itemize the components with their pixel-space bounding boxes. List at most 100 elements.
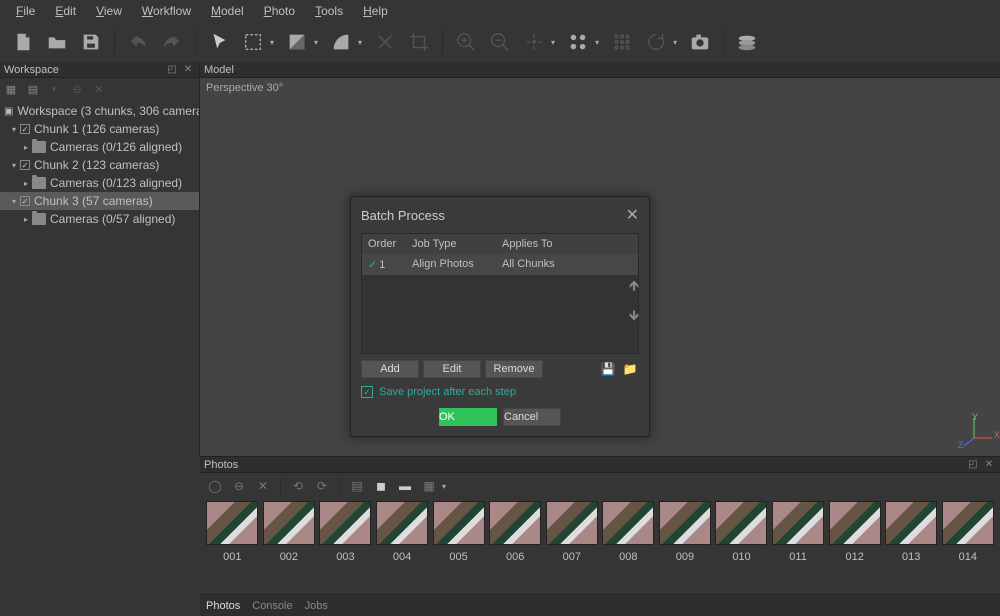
disable-photo-icon[interactable]: ⊖ [230, 477, 248, 495]
dropdown-arrow-icon[interactable]: ▾ [673, 38, 677, 47]
gradient-tool-icon[interactable] [282, 27, 312, 57]
remove-button[interactable]: Remove [485, 360, 543, 378]
menu-photo[interactable]: Photo [254, 1, 305, 21]
photo-thumbnail[interactable]: 011 [772, 501, 825, 592]
detach-panel-icon[interactable]: ◰ [966, 458, 980, 472]
add-button[interactable]: Add [361, 360, 419, 378]
expand-icon[interactable]: ▸ [20, 215, 32, 224]
collapse-icon[interactable]: ▾ [8, 197, 20, 206]
menu-edit[interactable]: Edit [45, 1, 86, 21]
new-file-icon[interactable] [8, 27, 38, 57]
dropdown-arrow-icon[interactable]: ▾ [270, 38, 274, 47]
dropdown-arrow-icon[interactable]: ▾ [442, 482, 446, 491]
ws-remove-icon[interactable]: ✕ [90, 80, 108, 98]
menu-view[interactable]: View [86, 1, 132, 21]
dropdown-arrow-icon[interactable]: ▾ [314, 38, 318, 47]
menu-model[interactable]: Model [201, 1, 254, 21]
menu-tools[interactable]: Tools [305, 1, 353, 21]
photo-thumbnail[interactable]: 003 [319, 501, 372, 592]
collapse-icon[interactable]: ▾ [8, 161, 20, 170]
view-grid-icon[interactable]: ▦ [420, 477, 438, 495]
view-large-icon[interactable]: ▬ [396, 477, 414, 495]
undo-icon[interactable] [123, 27, 153, 57]
ws-disable-icon[interactable]: ⊖ [68, 80, 86, 98]
thumbnail-image [546, 501, 598, 545]
tree-cameras[interactable]: ▸ Cameras (0/123 aligned) [0, 174, 199, 192]
photo-thumbnail[interactable]: 012 [828, 501, 881, 592]
move-up-icon[interactable]: 🡹 [629, 275, 639, 299]
layers-icon[interactable] [732, 27, 762, 57]
ws-enable-icon[interactable]: ◐ [46, 80, 64, 98]
ws-add2-icon[interactable]: ▤ [24, 80, 42, 98]
photo-thumbnail[interactable]: 005 [432, 501, 485, 592]
redo-icon[interactable] [157, 27, 187, 57]
refresh-icon[interactable] [641, 27, 671, 57]
dropdown-arrow-icon[interactable]: ▾ [595, 38, 599, 47]
photo-thumbnail[interactable]: 004 [376, 501, 429, 592]
photo-thumbnail[interactable]: 014 [942, 501, 995, 592]
grid-small-icon[interactable] [607, 27, 637, 57]
zoom-in-icon[interactable] [451, 27, 481, 57]
tree-cameras[interactable]: ▸ Cameras (0/57 aligned) [0, 210, 199, 228]
chunk-checkbox[interactable] [20, 124, 30, 134]
dropdown-arrow-icon[interactable]: ▾ [358, 38, 362, 47]
dialog-close-icon[interactable]: ✕ [626, 205, 639, 225]
expand-icon[interactable]: ▸ [20, 179, 32, 188]
photo-thumbnail[interactable]: 001 [206, 501, 259, 592]
collapse-icon[interactable]: ▾ [8, 125, 20, 134]
camera-icon[interactable] [685, 27, 715, 57]
enable-photo-icon[interactable]: ◯ [206, 477, 224, 495]
view-details-icon[interactable]: ▤ [348, 477, 366, 495]
detach-panel-icon[interactable]: ◰ [165, 63, 179, 77]
batch-job-row[interactable]: ✓1 Align Photos All Chunks [362, 254, 638, 275]
ok-button[interactable]: OK [439, 408, 497, 426]
save-after-step-checkbox[interactable]: ✓ Save project after each step [361, 386, 639, 398]
thumbnail-image [659, 501, 711, 545]
tab-console[interactable]: Console [252, 600, 292, 612]
ws-add-icon[interactable]: ▦ [2, 80, 20, 98]
pointer-icon[interactable] [204, 27, 234, 57]
save-preset-icon[interactable]: 💾 [599, 362, 617, 376]
dropdown-arrow-icon[interactable]: ▾ [551, 38, 555, 47]
view-small-icon[interactable]: ◼ [372, 477, 390, 495]
marquee-select-icon[interactable] [238, 27, 268, 57]
tree-chunk-selected[interactable]: ▾ Chunk 3 (57 cameras) [0, 192, 199, 210]
move-down-icon[interactable]: 🡻 [629, 305, 639, 329]
save-icon[interactable] [76, 27, 106, 57]
photo-thumbnail[interactable]: 013 [885, 501, 938, 592]
open-folder-icon[interactable] [42, 27, 72, 57]
tree-chunk[interactable]: ▾ Chunk 1 (126 cameras) [0, 120, 199, 138]
close-tool-icon[interactable] [370, 27, 400, 57]
rotate-left-icon[interactable]: ⟲ [289, 477, 307, 495]
tree-cameras[interactable]: ▸ Cameras (0/126 aligned) [0, 138, 199, 156]
menu-workflow[interactable]: Workflow [132, 1, 201, 21]
menu-help[interactable]: Help [353, 1, 398, 21]
cancel-button[interactable]: Cancel [503, 408, 561, 426]
fit-view-icon[interactable] [519, 27, 549, 57]
menu-file[interactable]: File [6, 1, 45, 21]
tab-photos[interactable]: Photos [206, 600, 240, 612]
workspace-title: Workspace [4, 64, 59, 76]
shape-tool-icon[interactable] [326, 27, 356, 57]
tab-jobs[interactable]: Jobs [305, 600, 328, 612]
photo-thumbnail[interactable]: 002 [263, 501, 316, 592]
chunk-checkbox[interactable] [20, 160, 30, 170]
photo-thumbnail[interactable]: 008 [602, 501, 655, 592]
photo-thumbnail[interactable]: 010 [715, 501, 768, 592]
expand-icon[interactable]: ▸ [20, 143, 32, 152]
close-panel-icon[interactable]: ✕ [181, 63, 195, 77]
photo-thumbnail[interactable]: 006 [489, 501, 542, 592]
zoom-out-icon[interactable] [485, 27, 515, 57]
tree-root[interactable]: ▣ Workspace (3 chunks, 306 cameras) [0, 102, 199, 120]
rotate-right-icon[interactable]: ⟳ [313, 477, 331, 495]
photo-thumbnail[interactable]: 009 [659, 501, 712, 592]
grid-dots-icon[interactable] [563, 27, 593, 57]
tree-chunk[interactable]: ▾ Chunk 2 (123 cameras) [0, 156, 199, 174]
edit-button[interactable]: Edit [423, 360, 481, 378]
remove-photo-icon[interactable]: ✕ [254, 477, 272, 495]
photo-thumbnail[interactable]: 007 [545, 501, 598, 592]
crop-icon[interactable] [404, 27, 434, 57]
load-preset-icon[interactable]: 📁 [621, 362, 639, 376]
close-panel-icon[interactable]: ✕ [982, 458, 996, 472]
chunk-checkbox[interactable] [20, 196, 30, 206]
